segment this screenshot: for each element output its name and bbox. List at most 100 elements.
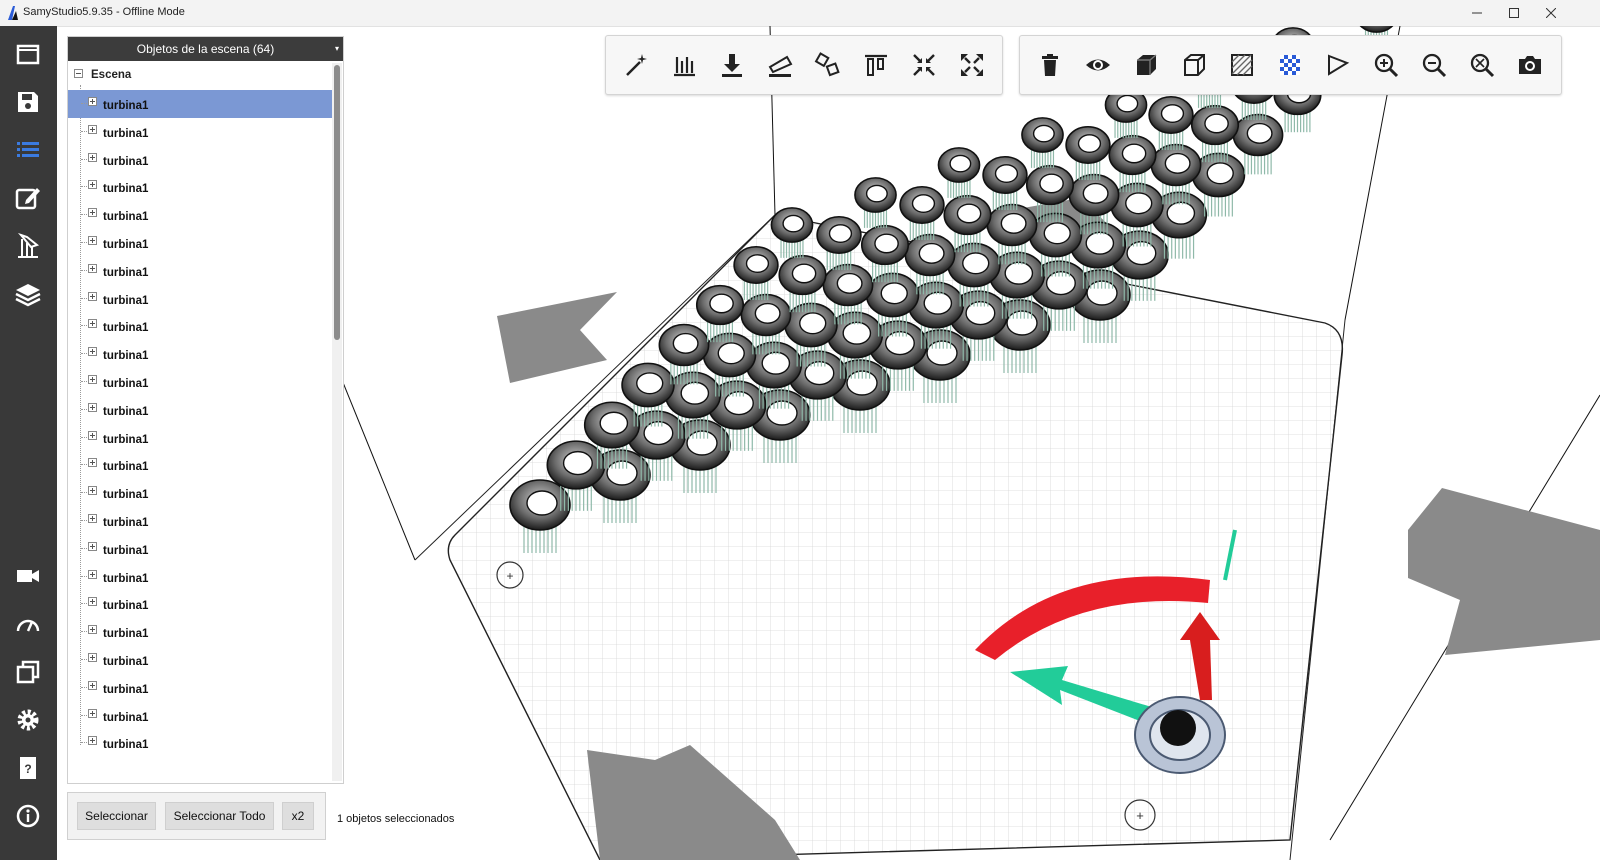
expand-icon[interactable]	[88, 708, 97, 718]
expand-icon[interactable]	[88, 319, 97, 329]
expand-icon[interactable]	[88, 652, 97, 662]
tree-item-label: turbina1	[103, 489, 149, 502]
tree-item[interactable]: turbina1	[68, 479, 332, 507]
tree-item[interactable]: turbina1	[68, 340, 332, 368]
expand-icon[interactable]	[88, 736, 97, 746]
tree-item[interactable]: turbina1	[68, 146, 332, 174]
tree-item-label: turbina1	[103, 516, 149, 529]
tree-item[interactable]: turbina1	[68, 535, 332, 563]
hatch-icon[interactable]	[1227, 50, 1257, 80]
tree-item[interactable]: turbina1	[68, 618, 332, 646]
turbine-ring	[1108, 134, 1157, 193]
expand-icon[interactable]	[88, 291, 97, 301]
scrollbar-thumb[interactable]	[334, 65, 340, 340]
select-all-button[interactable]: Seleccionar Todo	[165, 802, 274, 830]
tree-item[interactable]: turbina1	[68, 729, 332, 757]
tree-item[interactable]: turbina1	[68, 118, 332, 146]
solid-cube-icon[interactable]	[1131, 50, 1161, 80]
save-icon[interactable]	[13, 87, 43, 117]
tree-item-label: turbina1	[103, 405, 149, 418]
copy-icon[interactable]	[13, 657, 43, 687]
gauge-icon[interactable]	[13, 609, 43, 639]
close-icon[interactable]	[1528, 0, 1574, 26]
tree-item[interactable]: turbina1	[68, 285, 332, 313]
wire-cube-icon[interactable]	[1179, 50, 1209, 80]
duplicate-button[interactable]: x2	[282, 802, 314, 830]
tree-item[interactable]: turbina1	[68, 646, 332, 674]
tree-item[interactable]: turbina1	[68, 257, 332, 285]
panel-menu-icon[interactable]: ▾	[335, 37, 339, 61]
expand-icon[interactable]	[88, 513, 97, 523]
scrollbar[interactable]	[332, 63, 342, 781]
expand-icon[interactable]	[88, 97, 97, 106]
expand-icon[interactable]	[88, 208, 97, 218]
magic-wand-icon[interactable]	[621, 50, 651, 80]
layers-icon[interactable]	[13, 279, 43, 309]
expand-icon[interactable]	[88, 569, 97, 579]
tree-item[interactable]: turbina1	[68, 424, 332, 452]
settings-icon[interactable]	[13, 705, 43, 735]
tree-item[interactable]: turbina1	[68, 173, 332, 201]
tree-item[interactable]: turbina1	[68, 90, 332, 118]
tree-item[interactable]: turbina1	[68, 368, 332, 396]
expand-icon[interactable]	[88, 347, 97, 357]
selection-button-group: Seleccionar Seleccionar Todo x2	[67, 792, 326, 840]
auto-rotate-icon[interactable]	[813, 50, 843, 80]
supports-icon[interactable]	[669, 50, 699, 80]
collapse-icon[interactable]	[74, 69, 83, 78]
zoom-in-icon[interactable]	[1371, 50, 1401, 80]
expand-icon[interactable]	[88, 402, 97, 412]
shrink-icon[interactable]	[909, 50, 939, 80]
expand-icon[interactable]	[88, 430, 97, 440]
tree-root[interactable]: Escena	[74, 69, 131, 85]
expand-icon[interactable]	[88, 374, 97, 384]
screenshot-icon[interactable]	[1515, 50, 1545, 80]
svg-text:?: ?	[24, 762, 31, 776]
tree-item[interactable]: turbina1	[68, 507, 332, 535]
expand-icon[interactable]	[88, 180, 97, 190]
tree-item[interactable]: turbina1	[68, 702, 332, 730]
tree-item[interactable]: turbina1	[68, 201, 332, 229]
left-sidebar: ?	[0, 26, 57, 860]
zoom-out-icon[interactable]	[1419, 50, 1449, 80]
expand-icon[interactable]	[88, 597, 97, 607]
tree-item[interactable]: turbina1	[68, 563, 332, 591]
expand-icon[interactable]	[88, 235, 97, 245]
scene-panel-header[interactable]: Objetos de la escena (64) ▾	[68, 37, 343, 61]
edit-icon[interactable]	[13, 183, 43, 213]
tree-item[interactable]: turbina1	[68, 451, 332, 479]
help-icon[interactable]: ?	[13, 753, 43, 783]
expand-icon[interactable]	[88, 625, 97, 635]
checker-icon[interactable]	[1275, 50, 1305, 80]
tree-item[interactable]: turbina1	[68, 590, 332, 618]
delete-icon[interactable]	[1035, 50, 1065, 80]
eye-icon[interactable]	[1083, 50, 1113, 80]
expand-icon[interactable]	[88, 486, 97, 496]
3d-viewport[interactable]: + +	[342, 26, 1600, 860]
expand-icon[interactable]	[957, 50, 987, 80]
align-icon[interactable]	[861, 50, 891, 80]
select-button[interactable]: Seleccionar	[77, 802, 156, 830]
expand-icon[interactable]	[88, 541, 97, 551]
list-icon[interactable]	[13, 135, 43, 165]
zoom-fit-icon[interactable]	[1467, 50, 1497, 80]
flag-icon[interactable]	[1323, 50, 1353, 80]
support-icon[interactable]	[13, 231, 43, 261]
drop-to-plate-icon[interactable]	[717, 50, 747, 80]
window-icon[interactable]	[13, 39, 43, 69]
camera-icon[interactable]	[13, 561, 43, 591]
info-icon[interactable]	[13, 801, 43, 831]
tree-item[interactable]: turbina1	[68, 674, 332, 702]
tree-item-label: turbina1	[103, 377, 149, 390]
expand-icon[interactable]	[88, 124, 97, 134]
tree-item-label: turbina1	[103, 100, 149, 112]
selection-status: 1 objetos seleccionados	[337, 813, 455, 825]
expand-icon[interactable]	[88, 680, 97, 690]
expand-icon[interactable]	[88, 152, 97, 162]
expand-icon[interactable]	[88, 458, 97, 468]
tree-item[interactable]: turbina1	[68, 229, 332, 257]
tree-item[interactable]: turbina1	[68, 312, 332, 340]
tree-item[interactable]: turbina1	[68, 396, 332, 424]
expand-icon[interactable]	[88, 263, 97, 273]
orient-icon[interactable]	[765, 50, 795, 80]
